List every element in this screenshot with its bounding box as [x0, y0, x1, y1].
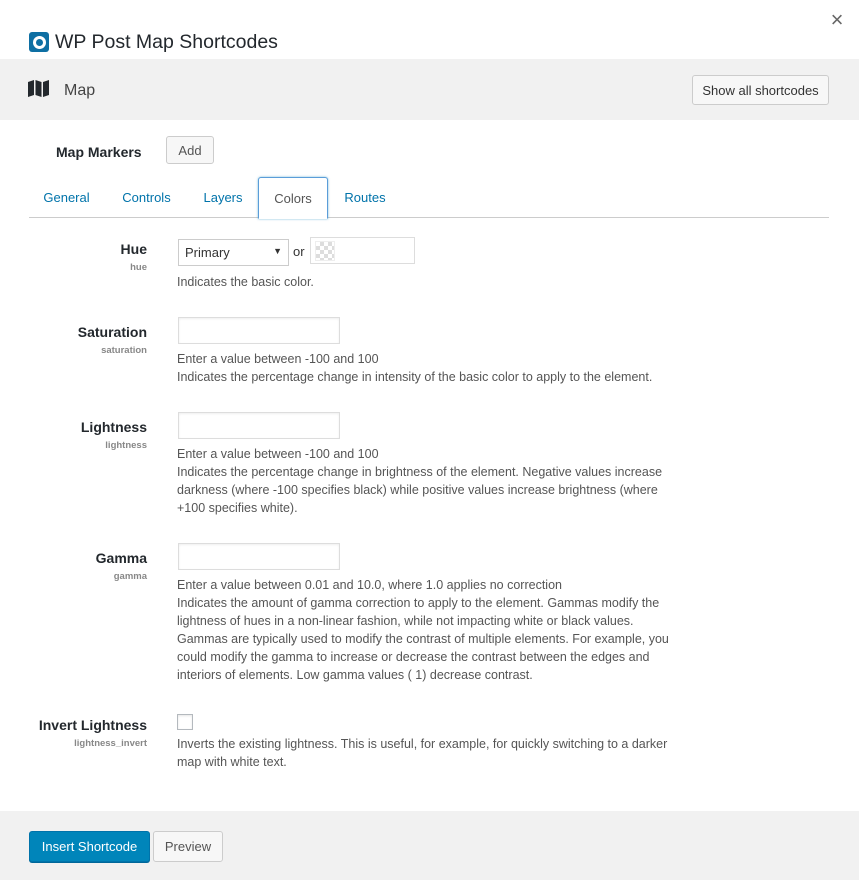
tab-routes[interactable]: Routes — [332, 177, 398, 218]
dialog-title: WP Post Map Shortcodes — [55, 30, 278, 53]
invert-lightness-key: lightness_invert — [74, 738, 147, 749]
add-marker-button[interactable]: Add — [166, 136, 214, 164]
settings-tabs: General Controls Layers Colors Routes — [29, 177, 829, 219]
insert-shortcode-button[interactable]: Insert Shortcode — [29, 831, 150, 862]
preview-button[interactable]: Preview — [153, 831, 223, 862]
gamma-description: Indicates the amount of gamma correction… — [177, 596, 669, 682]
gamma-key: gamma — [113, 571, 147, 582]
gamma-label: Gamma — [95, 550, 147, 566]
hue-color-picker[interactable] — [310, 237, 415, 264]
saturation-label: Saturation — [77, 324, 147, 340]
tab-controls[interactable]: Controls — [109, 177, 184, 218]
hue-label: Hue — [120, 241, 147, 257]
map-icon — [28, 80, 49, 97]
chevron-down-icon: ▼ — [273, 246, 282, 256]
invert-lightness-checkbox[interactable] — [177, 714, 193, 730]
lightness-label: Lightness — [80, 419, 147, 435]
tab-layers[interactable]: Layers — [189, 177, 257, 218]
hue-key: hue — [130, 262, 147, 273]
saturation-description: Indicates the percentage change in inten… — [177, 370, 653, 384]
saturation-range-hint: Enter a value between -100 and 100 — [177, 352, 379, 366]
map-markers-label: Map Markers — [56, 144, 142, 160]
or-text: or — [293, 244, 305, 259]
plugin-logo-icon — [29, 32, 49, 52]
hue-select-value: Primary — [185, 245, 230, 260]
saturation-key: saturation — [101, 345, 147, 356]
shortcode-name: Map — [64, 82, 96, 99]
hue-select[interactable]: Primary ▼ — [178, 239, 289, 266]
gamma-range-hint: Enter a value between 0.01 and 10.0, whe… — [177, 578, 562, 592]
invert-lightness-description: Inverts the existing lightness. This is … — [177, 737, 668, 769]
title-row: WP Post Map Shortcodes — [29, 28, 278, 56]
invert-lightness-label: Invert Lightness — [38, 717, 147, 733]
show-all-shortcodes-button[interactable]: Show all shortcodes — [692, 75, 829, 105]
close-button[interactable]: × — [826, 9, 848, 31]
transparent-swatch-icon[interactable] — [315, 241, 335, 261]
tab-colors[interactable]: Colors — [258, 177, 328, 219]
tab-general[interactable]: General — [29, 177, 104, 218]
lightness-key: lightness — [105, 440, 147, 451]
lightness-input[interactable] — [178, 412, 340, 439]
hue-description: Indicates the basic color. — [177, 275, 314, 289]
lightness-description: Indicates the percentage change in brigh… — [177, 465, 663, 515]
gamma-input[interactable] — [178, 543, 340, 570]
lightness-range-hint: Enter a value between -100 and 100 — [177, 447, 379, 461]
saturation-input[interactable] — [178, 317, 340, 344]
